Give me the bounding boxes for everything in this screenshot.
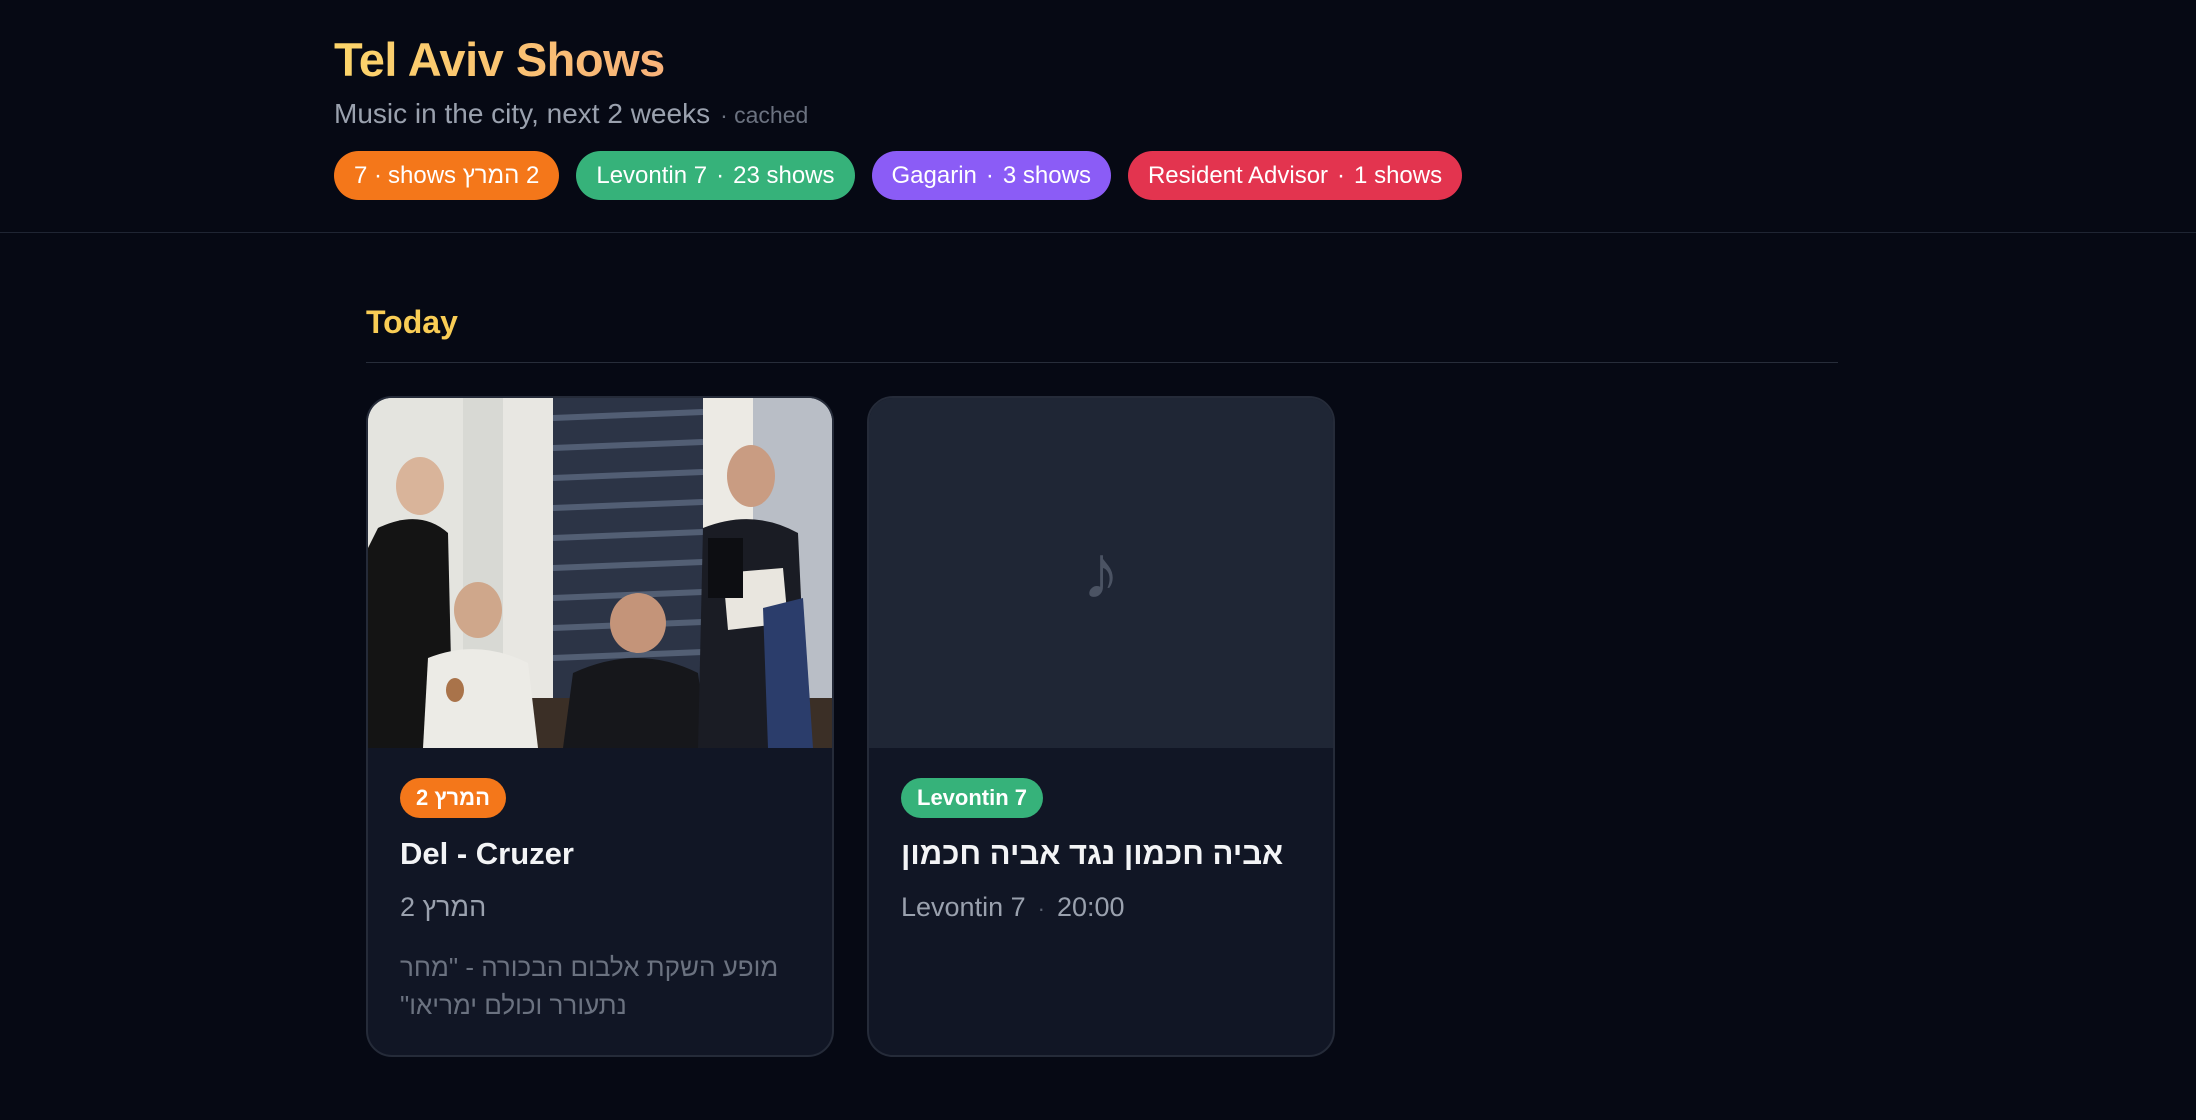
event-card-body: המרץ 2 Del - Cruzer המרץ 2 מופע השקת אלב… [368,748,832,1024]
venue-filter-chips: 7 · 2 המרץ shows Levontin 7 · 23 shows Gag… [334,151,1463,200]
event-card-body: Levontin 7 אביה חכמון נגד אביה חכמון Lev… [869,748,1333,928]
venue-chip-count: 2 המרץ shows [388,161,540,189]
event-image [368,398,832,748]
venue-chip-hamarz[interactable]: 7 · 2 המרץ shows [334,151,560,200]
event-title: Del - Cruzer [400,836,574,871]
venue-chip-gagarin[interactable]: Gagarin · 3 shows [871,151,1111,200]
day-section-today: Today המרץ 2 Del - Cruzer המרץ 2 מופע הש… [366,300,1838,1057]
site-header: Tel Aviv Shows Music in the city, next 2… [0,0,2196,233]
event-description: מופע השקת אלבום הבכורה - "מחר נתעורר וכו… [400,952,779,1020]
event-card-list: המרץ 2 Del - Cruzer המרץ 2 מופע השקת אלב… [366,396,1838,1057]
venue-chip-name: Gagarin [891,161,977,189]
venue-chip-count: 3 shows [1002,161,1091,189]
event-image-placeholder: ♪ [869,398,1333,748]
event-venue: Levontin 7 [901,892,1026,922]
event-meta: Levontin 7 · 20:00 [901,888,1301,928]
venue-chip-name: Levontin 7 [596,161,708,189]
event-venue: המרץ 2 [400,892,487,922]
day-heading: Today [366,300,1838,363]
venue-chip-name: Resident Advisor [1147,161,1329,189]
venue-chip-levontin[interactable]: Levontin 7 · 23 shows [576,151,855,200]
subtitle-row: Music in the city, next 2 weeks · cached [334,98,1462,130]
music-note-icon: ♪ [1082,530,1120,615]
event-card[interactable]: המרץ 2 Del - Cruzer המרץ 2 מופע השקת אלב… [366,396,834,1057]
cache-status: · cached [720,102,809,128]
site-subtitle: Music in the city, next 2 weeks [334,98,711,129]
venue-chip-count: 1 shows [1354,161,1443,189]
event-meta: המרץ 2 [400,888,800,926]
venue-chip-prefix: 7 · [354,161,383,189]
venue-chip-separator: · [985,161,994,189]
header-inner: Tel Aviv Shows Music in the city, next 2… [334,32,1463,200]
venue-chip-separator: · [716,161,725,189]
event-time: 20:00 [1056,892,1125,922]
event-title: אביה חכמון נגד אביה חכמון [901,836,1284,871]
venue-badge[interactable]: Levontin 7 [901,778,1044,818]
venue-badge[interactable]: המרץ 2 [400,778,506,818]
event-card[interactable]: ♪ Levontin 7 אביה חכמון נגד אביה חכמון L… [867,396,1335,1057]
meta-separator: · [1037,896,1045,921]
band-photo [368,398,832,748]
venue-chip-count: 23 shows [733,161,835,189]
venue-chip-resident-advisor[interactable]: Resident Advisor · 1 shows [1127,151,1463,200]
venue-chip-separator: · [1337,161,1346,189]
site-title: Tel Aviv Shows [334,33,665,86]
